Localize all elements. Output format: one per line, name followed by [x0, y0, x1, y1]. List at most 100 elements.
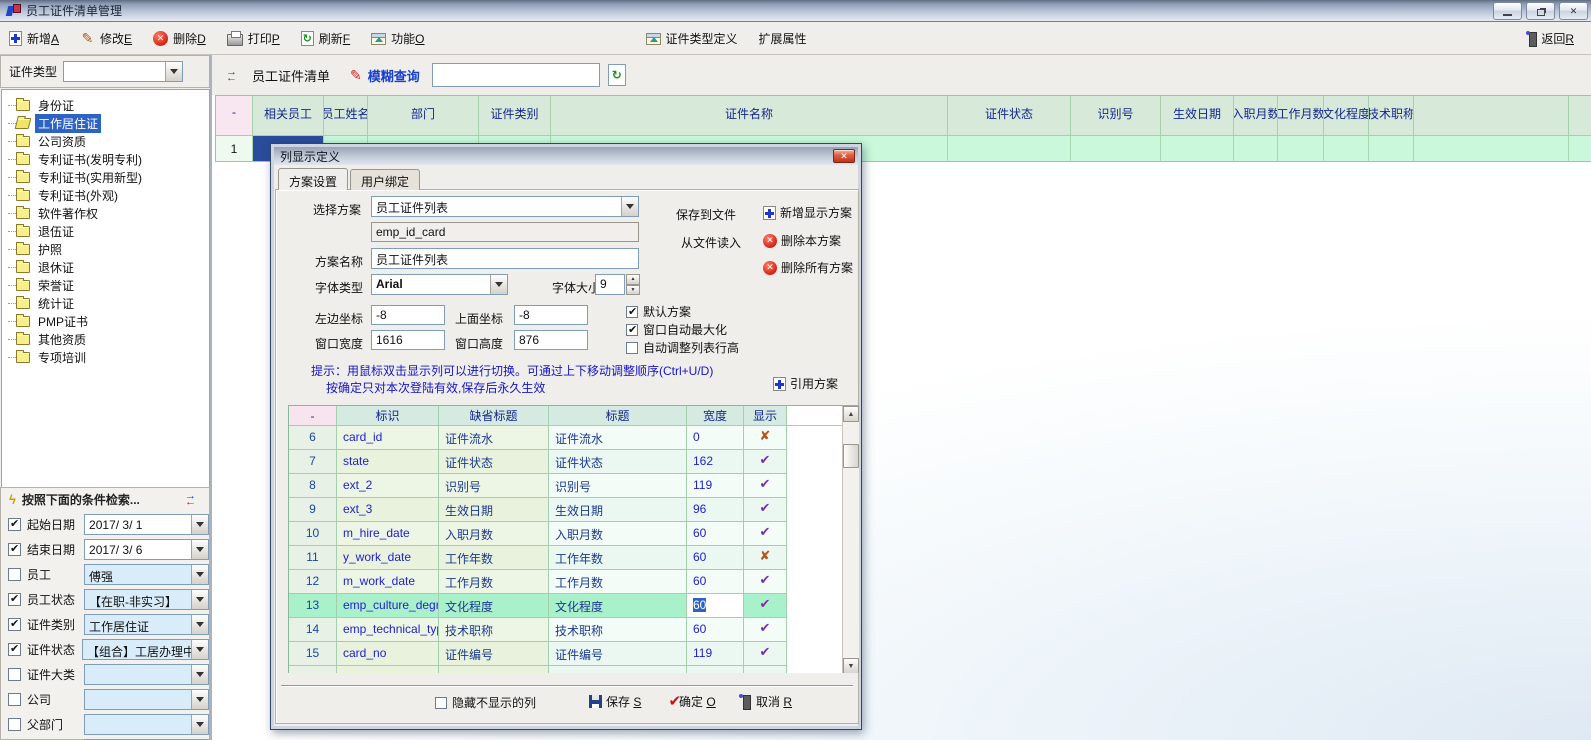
column-def-row[interactable]: 6 card_id 证件流水 证件流水 0 — [289, 426, 843, 450]
tree-item[interactable]: 退休证 — [2, 258, 209, 276]
hide-columns-checkbox[interactable] — [435, 697, 447, 709]
read-from-file-button[interactable]: 从文件读入 — [681, 234, 741, 251]
visible-mark-cell[interactable] — [744, 618, 787, 642]
column-def-row[interactable]: 8 ext_2 识别号 识别号 119 — [289, 474, 843, 498]
toolbar-button[interactable]: 功能O — [368, 28, 427, 49]
minimize-button[interactable] — [1493, 2, 1522, 20]
grid-cell[interactable] — [1369, 136, 1414, 162]
filter-combo[interactable]: 【组合】工居办理中 — [82, 639, 209, 660]
width-cell[interactable]: 96 — [687, 498, 744, 522]
grid-cell[interactable] — [1071, 136, 1161, 162]
tree-item[interactable]: 专项培训 — [2, 348, 209, 366]
spinner-up-button[interactable]: ▲ — [626, 274, 640, 285]
dropdown-arrow-icon[interactable] — [621, 197, 638, 216]
column-def-row[interactable]: 10 m_hire_date 入职月数 入职月数 60 — [289, 522, 843, 546]
column-def-row[interactable]: 11 y_work_date 工作年数 工作年数 60 — [289, 546, 843, 570]
width-cell[interactable]: 60 — [687, 594, 744, 618]
toolbar-button[interactable]: 打印P — [224, 28, 283, 49]
grid-scrollbar[interactable]: ▲ ▼ — [842, 406, 859, 673]
fuzzy-search-input[interactable] — [432, 63, 600, 87]
scrollbar-thumb[interactable] — [843, 444, 859, 468]
filter-combo[interactable]: 2017/ 3/ 1 — [84, 514, 209, 535]
tree-item[interactable]: 护照 — [2, 240, 209, 258]
column-def-row[interactable]: 14 emp_technical_typ 技术职称 技术职称 60 — [289, 618, 843, 642]
tree-item[interactable]: 公司资质 — [2, 132, 209, 150]
dropdown-arrow-icon[interactable] — [191, 540, 208, 559]
width-cell[interactable]: 60 — [687, 522, 744, 546]
toolbar-button[interactable]: 删除D — [150, 28, 209, 49]
column-def-row[interactable]: 9 ext_3 生效日期 生效日期 96 — [289, 498, 843, 522]
dropdown-arrow-icon[interactable] — [191, 665, 208, 684]
filter-combo[interactable]: 【在职-非实习】 — [84, 589, 209, 610]
left-coord-input[interactable]: -8 — [371, 305, 445, 325]
refresh-search-button[interactable]: ↻ — [608, 64, 626, 86]
auto-maximize-checkbox[interactable] — [626, 324, 638, 336]
tree-item[interactable]: 其他资质 — [2, 330, 209, 348]
grid-cell[interactable] — [1234, 136, 1278, 162]
dropdown-arrow-icon[interactable] — [191, 640, 208, 659]
visible-mark-cell[interactable] — [744, 498, 787, 522]
font-size-input[interactable]: 9 — [595, 274, 625, 295]
toolbar-button[interactable]: 刷新F — [298, 28, 353, 49]
tree-item[interactable]: 荣誉证 — [2, 276, 209, 294]
window-height-input[interactable]: 876 — [514, 330, 588, 350]
filter-checkbox[interactable] — [8, 693, 21, 706]
visible-mark-cell[interactable] — [744, 474, 787, 498]
cancel-button[interactable]: 取消 R — [739, 693, 792, 710]
tree-item[interactable]: 专利证书(外观) — [2, 186, 209, 204]
tab-scheme-settings[interactable]: 方案设置 — [278, 168, 348, 190]
swap-icon[interactable] — [185, 493, 201, 506]
filter-combo[interactable]: 2017/ 3/ 6 — [84, 539, 209, 560]
tree-item[interactable]: 身份证 — [2, 96, 209, 114]
toolbar-button[interactable]: 新增A — [6, 28, 62, 49]
swap-icon[interactable] — [226, 69, 242, 82]
dropdown-arrow-icon[interactable] — [191, 615, 208, 634]
visible-mark-cell[interactable] — [744, 426, 787, 450]
visible-mark-cell[interactable] — [744, 522, 787, 546]
reference-scheme-button[interactable]: 引用方案 — [773, 375, 838, 392]
filter-checkbox[interactable] — [8, 518, 21, 531]
dropdown-arrow-icon[interactable] — [165, 62, 182, 81]
tree-item[interactable]: 软件著作权 — [2, 204, 209, 222]
width-cell[interactable]: 119 — [687, 642, 744, 666]
toolbar-button[interactable]: 修改E — [77, 28, 135, 49]
dropdown-arrow-icon[interactable] — [191, 715, 208, 734]
filter-combo[interactable] — [84, 689, 209, 710]
filter-combo[interactable]: 傅强 — [84, 564, 209, 585]
column-def-row[interactable]: 13 emp_culture_degr 文化程度 文化程度 60 — [289, 594, 843, 618]
dropdown-arrow-icon[interactable] — [191, 690, 208, 709]
filter-checkbox[interactable] — [8, 593, 21, 606]
toolbar-button[interactable]: 扩展属性 — [756, 28, 810, 49]
certificate-type-combo[interactable] — [63, 61, 183, 82]
visible-mark-cell[interactable] — [744, 594, 787, 618]
visible-mark-cell[interactable] — [744, 570, 787, 594]
add-scheme-button[interactable]: 新增显示方案 — [763, 204, 852, 221]
top-coord-input[interactable]: -8 — [514, 305, 588, 325]
auto-row-height-checkbox[interactable] — [626, 342, 638, 354]
width-cell[interactable]: 60 — [687, 546, 744, 570]
width-cell[interactable]: 162 — [687, 450, 744, 474]
column-def-row[interactable]: 15 card_no 证件编号 证件编号 119 — [289, 642, 843, 666]
width-cell[interactable]: 60 — [687, 570, 744, 594]
return-button[interactable]: 返回R — [1523, 28, 1577, 49]
tree-item[interactable]: 退伍证 — [2, 222, 209, 240]
font-type-combo[interactable]: Arial — [371, 274, 508, 295]
visible-mark-cell[interactable] — [744, 546, 787, 570]
tree-item[interactable]: PMP证书 — [2, 312, 209, 330]
grid-cell[interactable] — [1278, 136, 1324, 162]
tree-item[interactable]: 统计证 — [2, 294, 209, 312]
filter-combo[interactable]: 工作居住证 — [84, 614, 209, 635]
restore-button[interactable] — [1526, 2, 1555, 20]
close-button[interactable]: ✕ — [1559, 2, 1588, 20]
filter-checkbox[interactable] — [8, 718, 21, 731]
dropdown-arrow-icon[interactable] — [191, 565, 208, 584]
filter-checkbox[interactable] — [8, 568, 21, 581]
filter-combo[interactable] — [84, 664, 209, 685]
save-button[interactable]: 保存 S — [589, 693, 641, 710]
tree-item[interactable]: 专利证书(发明专利) — [2, 150, 209, 168]
grid-cell[interactable] — [1324, 136, 1369, 162]
scroll-up-button[interactable]: ▲ — [843, 406, 859, 422]
dropdown-arrow-icon[interactable] — [191, 590, 208, 609]
delete-scheme-button[interactable]: 删除本方案 — [763, 232, 841, 249]
save-to-file-button[interactable]: 保存到文件 — [676, 206, 736, 223]
